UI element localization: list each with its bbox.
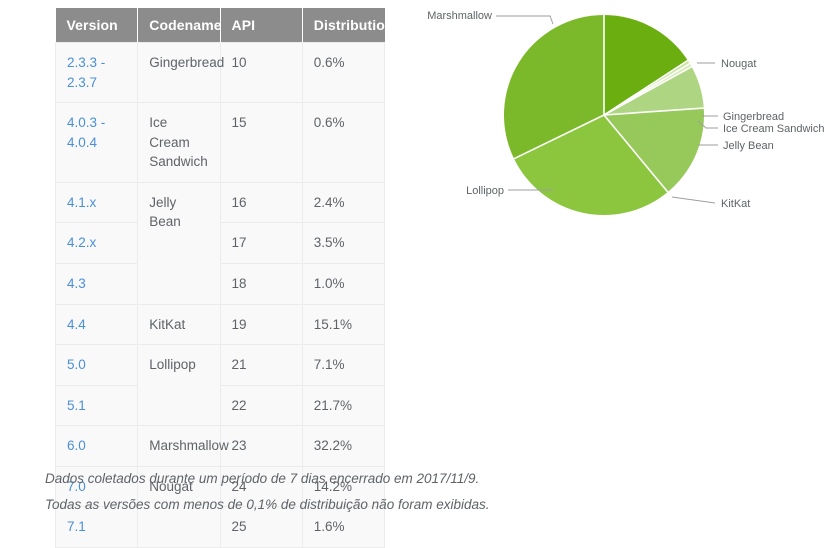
cell-api: 18	[219, 262, 303, 305]
cell-version: 6.0	[54, 425, 139, 467]
pie-label-lollipop: Lollipop	[466, 185, 504, 197]
cell-distribution: 32.2%	[301, 425, 386, 467]
version-link[interactable]: 4.0.3 - 4.0.4	[67, 115, 105, 150]
version-link[interactable]: 5.1	[67, 398, 86, 413]
footnote-threshold: Todas as versões com menos de 0,1% de di…	[45, 497, 490, 512]
cell-distribution: 7.1%	[301, 344, 386, 386]
footnote-data-period: Dados coletados durante um período de 7 …	[45, 471, 480, 486]
cell-version: 4.0.3 - 4.0.4	[54, 102, 139, 183]
android-distribution-page: Version Codename API Distribution 2.3.3 …	[0, 0, 840, 548]
cell-distribution: 15.1%	[301, 303, 386, 346]
cell-version: 4.1.x	[54, 181, 139, 224]
cell-version: 4.3	[54, 262, 139, 305]
version-link[interactable]: 6.0	[67, 438, 86, 453]
cell-distribution: 21.7%	[301, 384, 386, 427]
version-link[interactable]: 4.4	[67, 317, 86, 332]
table-header-row: Version Codename API Distribution	[55, 8, 393, 43]
cell-api: 15	[219, 102, 303, 183]
version-link[interactable]: 7.1	[67, 519, 86, 534]
cell-api: 22	[219, 384, 303, 427]
pie-label-kitkat: KitKat	[721, 198, 750, 210]
cell-api: 23	[219, 425, 303, 467]
cell-version: 4.2.x	[54, 222, 139, 264]
pie-label-gingerbread: Gingerbread	[723, 111, 784, 123]
column-header-api[interactable]: API	[220, 8, 303, 43]
distribution-pie-chart: Marshmallow Nougat Gingerbread Ice Cream…	[410, 0, 840, 250]
cell-codename: Ice Cream Sandwich	[137, 102, 221, 183]
column-header-version[interactable]: Version	[55, 8, 139, 43]
leader-line-kitkat	[671, 196, 716, 204]
column-header-codename[interactable]: Codename	[137, 8, 222, 43]
cell-version: 5.1	[54, 384, 139, 427]
table-row: 2.3.3 - 2.3.7 Gingerbread 10 0.6%	[54, 41, 386, 104]
version-link[interactable]: 5.0	[67, 357, 86, 372]
cell-distribution: 3.5%	[301, 222, 386, 264]
table-row: 4.1.x Jelly Bean 16 2.4%	[54, 181, 386, 305]
pie-label-ice-cream-sandwich: Ice Cream Sandwich	[723, 123, 825, 135]
cell-distribution: 0.6%	[301, 41, 386, 104]
table-row: 4.3 18 1.0%	[54, 262, 386, 305]
pie-chart-svg: Marshmallow Nougat Gingerbread Ice Cream…	[427, 10, 825, 215]
cell-api: 21	[219, 344, 303, 386]
pie-label-nougat: Nougat	[721, 58, 756, 70]
cell-codename: Jelly Bean	[137, 181, 221, 305]
table-row: 5.0 Lollipop 21 7.1%	[54, 344, 386, 427]
cell-distribution: 1.0%	[301, 262, 386, 305]
cell-codename: Lollipop	[137, 344, 221, 427]
version-link[interactable]: 4.2.x	[67, 235, 96, 250]
cell-api: 17	[219, 222, 303, 264]
cell-api: 19	[219, 303, 303, 346]
cell-distribution: 0.6%	[301, 102, 386, 183]
table-row: 6.0 Marshmallow 23 32.2%	[54, 425, 386, 467]
leader-line-marshmallow	[496, 15, 554, 25]
cell-version: 4.4	[54, 303, 139, 346]
cell-api: 16	[219, 181, 303, 224]
table-row: 4.4 KitKat 19 15.1%	[54, 303, 386, 346]
version-link[interactable]: 4.1.x	[67, 195, 96, 210]
pie-label-marshmallow: Marshmallow	[427, 10, 492, 22]
table-row: 5.1 22 21.7%	[54, 384, 386, 427]
footnotes: Dados coletados durante um período de 7 …	[45, 466, 645, 518]
table-row: 4.0.3 - 4.0.4 Ice Cream Sandwich 15 0.6%	[54, 102, 386, 183]
cell-codename: Marshmallow	[137, 425, 229, 467]
cell-version: 5.0	[54, 344, 139, 386]
table-row: 4.2.x 17 3.5%	[54, 222, 386, 264]
version-link[interactable]: 2.3.3 - 2.3.7	[67, 55, 105, 90]
cell-codename: Gingerbread	[137, 41, 224, 104]
cell-api: 10	[219, 41, 303, 104]
cell-codename: KitKat	[137, 303, 221, 346]
table-header: Version Codename API Distribution	[55, 8, 393, 43]
pie-label-jelly-bean: Jelly Bean	[723, 140, 774, 152]
version-link[interactable]: 4.3	[67, 276, 86, 291]
column-header-distribution[interactable]: Distribution	[302, 8, 393, 43]
cell-distribution: 2.4%	[301, 181, 386, 224]
cell-version: 2.3.3 - 2.3.7	[54, 41, 139, 104]
